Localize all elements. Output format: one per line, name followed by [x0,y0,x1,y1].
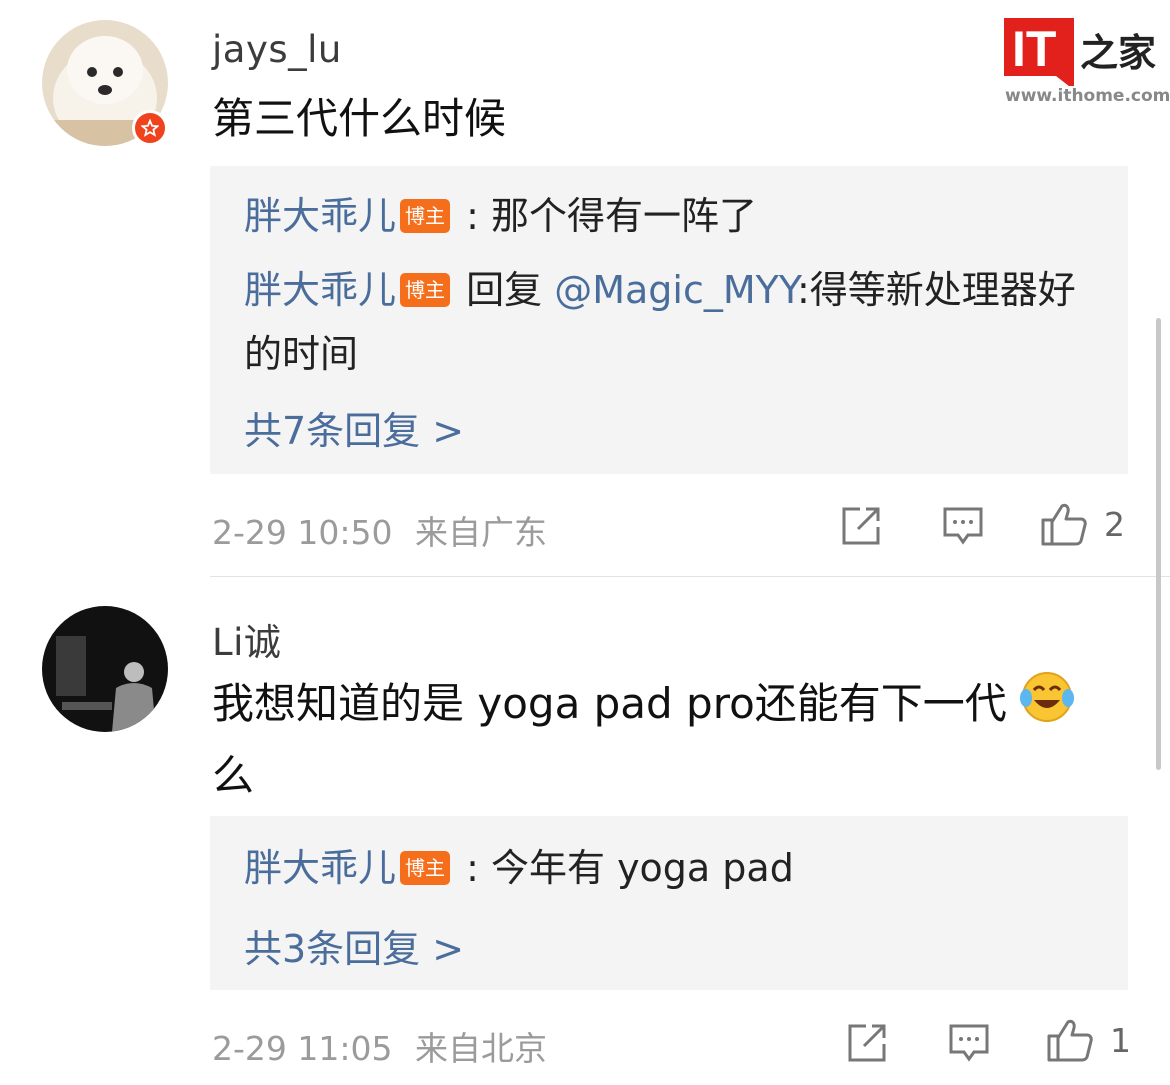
comment-meta: 2-29 11:05 来自北京 [212,1022,547,1070]
reply-author[interactable]: 胖大乖儿 [244,194,396,238]
reply-separator: : [454,194,491,238]
reply-separator: 回复 [454,268,555,312]
reply-box[interactable]: 胖大乖儿 博主 : 那个得有一阵了 胖大乖儿 博主 回复 @Magic_MYY:得等… [210,166,1128,474]
reply-separator: : [454,846,491,890]
share-button[interactable] [840,505,882,547]
reply-author[interactable]: 胖大乖儿 [244,268,396,312]
comment-text-tail: 么 [212,751,255,800]
comment-icon [943,507,983,545]
verified-badge [132,110,168,146]
comment-time: 2-29 10:50 [212,513,393,552]
scrollbar[interactable] [1156,318,1161,770]
comment-username[interactable]: Li诚 [212,612,281,666]
reply-text: 今年有 yoga pad [490,846,794,890]
share-button[interactable] [846,1022,888,1064]
comment-button[interactable] [948,1022,990,1064]
comment-location: 来自广东 [415,513,547,552]
comment-location: 来自北京 [415,1029,547,1068]
author-tag: 博主 [400,198,451,233]
like-count: 2 [1104,504,1125,544]
comment-text-main: 我想知道的是 yoga pad pro还能有下一代 [212,679,1007,728]
thumbs-up-icon [1041,503,1087,546]
comment-text: 我想知道的是 yoga pad pro还能有下一代 么 [212,670,1122,809]
reply-item[interactable]: 胖大乖儿 博主 回复 @Magic_MYY:得等新处理器好的时间 [244,258,1088,386]
avatar[interactable] [42,606,168,732]
comment-button[interactable] [942,505,984,547]
mention-link[interactable]: @Magic_MYY [554,268,797,312]
author-tag: 博主 [400,850,451,885]
comment-item: Li诚 我想知道的是 yoga pad pro还能有下一代 么 胖大乖儿 博主 :… [0,590,1170,1085]
reply-box[interactable]: 胖大乖儿 博主 : 今年有 yoga pad 共3条回复 > [210,816,1128,990]
more-replies-link[interactable]: 共3条回复 > [244,918,464,973]
reply-author[interactable]: 胖大乖儿 [244,846,396,890]
star-icon [141,119,159,137]
more-replies-link[interactable]: 共7条回复 > [244,400,464,455]
share-icon [848,1024,886,1062]
comment-item: jays_lu 第三代什么时候 胖大乖儿 博主 : 那个得有一阵了 胖大乖儿 博主 … [0,0,1170,577]
comment-time: 2-29 11:05 [212,1029,393,1068]
reply-text: 那个得有一阵了 [490,194,757,238]
reply-item[interactable]: 胖大乖儿 博主 : 那个得有一阵了 [244,184,1088,248]
like-button[interactable]: 1 [1046,1016,1131,1064]
share-icon [842,507,880,545]
comment-username[interactable]: jays_lu [212,28,342,71]
comment-text: 第三代什么时候 [212,94,507,143]
author-tag: 博主 [400,272,451,307]
divider [210,576,1170,577]
comment-meta: 2-29 10:50 来自广东 [212,506,547,554]
laughing-tears-emoji [1020,670,1075,743]
thumbs-up-icon [1047,1019,1093,1062]
like-count: 1 [1110,1020,1131,1060]
reply-item[interactable]: 胖大乖儿 博主 : 今年有 yoga pad [244,836,1088,900]
comment-icon [949,1024,989,1062]
like-button[interactable]: 2 [1040,500,1125,548]
